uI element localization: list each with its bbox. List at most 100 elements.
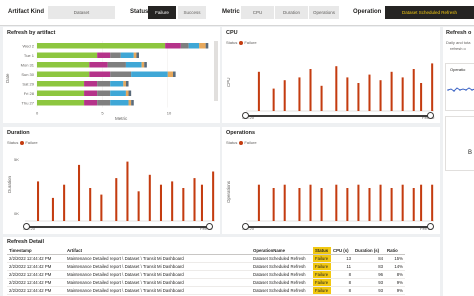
column-header[interactable]: Status	[313, 247, 331, 255]
bar-segment[interactable]	[110, 71, 132, 78]
slider-start-handle[interactable]	[242, 112, 249, 119]
metric-cpu-button[interactable]: CPU	[241, 6, 274, 19]
bar-segment[interactable]	[84, 81, 98, 87]
column-bar[interactable]	[63, 184, 66, 221]
column-header[interactable]: Duration (s)	[353, 247, 385, 255]
bar-segment[interactable]	[97, 90, 111, 97]
bar-segment[interactable]	[37, 43, 166, 49]
bar-segment[interactable]	[199, 43, 206, 49]
operations-card[interactable]: Operatio	[445, 63, 474, 111]
column-header[interactable]: OperationName	[251, 247, 313, 255]
operations-date-slider[interactable]	[242, 223, 434, 231]
column-bar[interactable]	[357, 184, 360, 221]
column-bar[interactable]	[298, 77, 301, 111]
bar-segment[interactable]	[144, 62, 147, 68]
column-bar[interactable]	[420, 184, 423, 221]
metric-duration-button[interactable]: Duration	[275, 6, 308, 19]
column-bar[interactable]	[77, 164, 81, 221]
column-bar[interactable]	[401, 184, 404, 221]
column-bar[interactable]	[283, 184, 286, 221]
bar-segment[interactable]	[188, 43, 200, 49]
bar-segment[interactable]	[131, 71, 168, 78]
operation-dropdown[interactable]: Dataset Scheduled Refresh	[385, 6, 474, 19]
column-header[interactable]: Artifact	[65, 247, 251, 255]
column-bar[interactable]	[368, 74, 371, 111]
table-row[interactable]: 2/2/2022 12:44:42 PM Maintenance Detailed…	[7, 262, 405, 271]
column-bar[interactable]	[171, 181, 174, 221]
column-bar[interactable]	[320, 188, 323, 221]
bar-segment[interactable]	[37, 71, 90, 78]
table-row[interactable]: 2/2/2022 12:44:42 PM Maintenance Detailed…	[7, 286, 405, 295]
column-bar[interactable]	[412, 188, 415, 221]
bar-segment[interactable]	[89, 62, 108, 68]
cpu-date-slider[interactable]	[242, 112, 434, 120]
bar-segment[interactable]	[131, 100, 134, 106]
b-card[interactable]: B	[445, 116, 474, 171]
status-failure-button[interactable]: Failure	[148, 6, 176, 19]
column-bar[interactable]	[335, 66, 338, 111]
column-bar[interactable]	[357, 83, 360, 111]
column-bar[interactable]	[159, 184, 163, 221]
bar-segment[interactable]	[125, 62, 142, 68]
table-row[interactable]: 2/2/2022 12:44:42 PM Maintenance Detailed…	[7, 254, 405, 263]
column-bar[interactable]	[182, 188, 185, 221]
bar-segment[interactable]	[141, 62, 145, 68]
bar-segment[interactable]	[133, 52, 137, 59]
column-bar[interactable]	[431, 63, 434, 111]
bar-segment[interactable]	[173, 71, 176, 78]
column-bar[interactable]	[390, 71, 393, 111]
column-bar[interactable]	[420, 83, 423, 111]
bar-segment[interactable]	[37, 62, 90, 68]
bar-segment[interactable]	[110, 81, 124, 87]
column-header[interactable]: Timestamp	[7, 247, 65, 255]
bar-segment[interactable]	[37, 90, 85, 97]
bar-segment[interactable]	[120, 52, 134, 59]
duration-date-slider[interactable]	[23, 223, 213, 231]
bar-segment[interactable]	[97, 100, 111, 106]
column-bar[interactable]	[379, 184, 382, 221]
bar-segment[interactable]	[84, 100, 98, 106]
column-bar[interactable]	[412, 69, 415, 111]
bar-segment[interactable]	[128, 90, 132, 97]
column-bar[interactable]	[283, 80, 286, 111]
column-bar[interactable]	[193, 178, 196, 221]
bar-segment[interactable]	[107, 62, 126, 68]
table-row[interactable]: 2/2/2022 12:44:42 PM Maintenance Detailed…	[7, 270, 405, 279]
bar-segment[interactable]	[110, 90, 126, 97]
column-header[interactable]: CPU (s)	[331, 247, 353, 255]
column-bar[interactable]	[379, 80, 382, 111]
column-bar[interactable]	[200, 184, 203, 221]
bar-segment[interactable]	[125, 81, 129, 87]
bar-segment[interactable]	[97, 81, 111, 87]
bar-segment[interactable]	[128, 100, 132, 106]
column-bar[interactable]	[309, 184, 312, 221]
column-bar[interactable]	[272, 188, 275, 221]
column-bar[interactable]	[126, 161, 129, 221]
column-bar[interactable]	[346, 188, 349, 221]
bar-segment[interactable]	[165, 43, 181, 49]
column-header[interactable]: Ratio	[385, 247, 405, 255]
bar-segment[interactable]	[180, 43, 189, 49]
bar-segment[interactable]	[110, 52, 121, 59]
artifact-kind-dropdown[interactable]: Dataset	[48, 6, 115, 19]
column-bar[interactable]	[401, 77, 404, 111]
column-bar[interactable]	[320, 85, 323, 111]
column-bar[interactable]	[298, 188, 301, 221]
column-bar[interactable]	[309, 69, 312, 111]
scrollbar[interactable]	[214, 41, 218, 101]
column-bar[interactable]	[390, 188, 393, 221]
bar-segment[interactable]	[125, 90, 129, 97]
column-bar[interactable]	[257, 71, 260, 111]
column-bar[interactable]	[89, 188, 92, 221]
bar-segment[interactable]	[89, 71, 111, 78]
slider-end-handle[interactable]	[427, 112, 434, 119]
bar-segment[interactable]	[167, 71, 173, 78]
column-bar[interactable]	[148, 174, 151, 221]
table-row[interactable]: 2/2/2022 12:44:42 PM Maintenance Detailed…	[7, 278, 405, 287]
column-bar[interactable]	[100, 194, 103, 221]
slider-end-handle[interactable]	[206, 223, 213, 230]
column-bar[interactable]	[272, 88, 275, 111]
slider-start-handle[interactable]	[23, 223, 30, 230]
bar-segment[interactable]	[37, 52, 98, 59]
column-bar[interactable]	[368, 188, 371, 221]
